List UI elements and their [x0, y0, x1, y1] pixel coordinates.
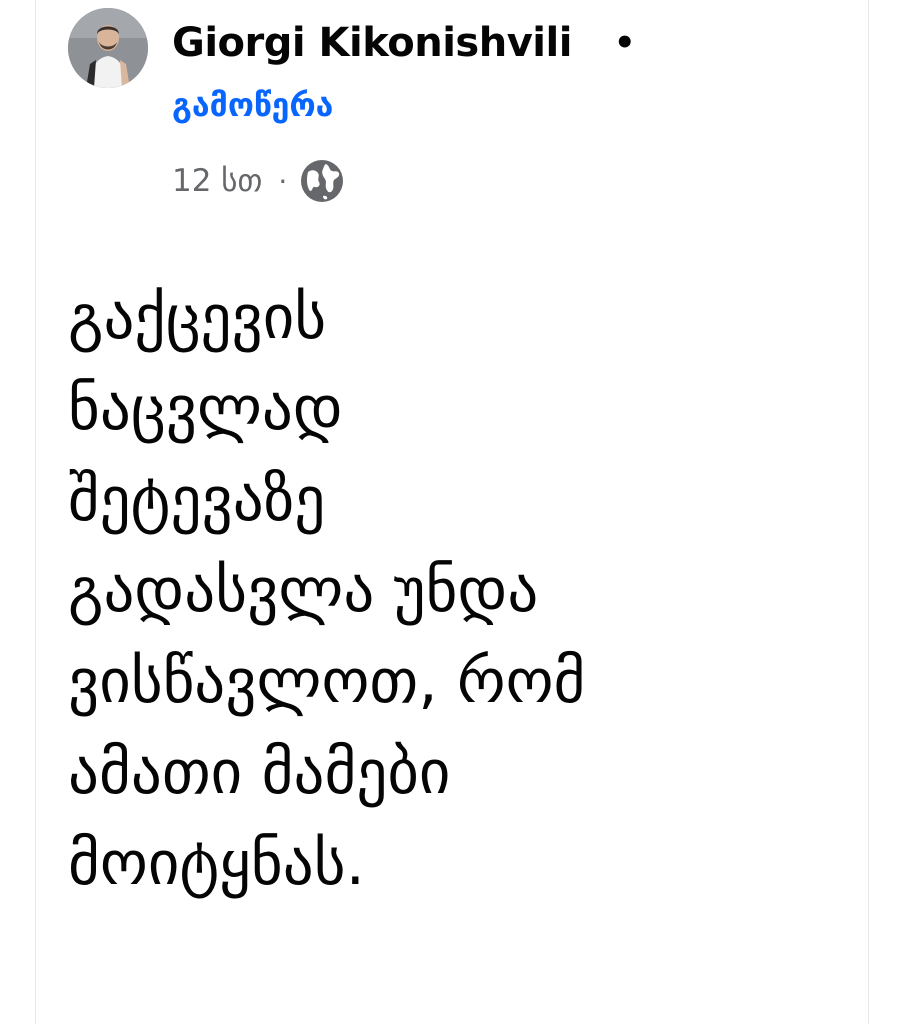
author-name[interactable]: Giorgi Kikonishvili — [172, 20, 572, 66]
post-text-line-3: შეტევაზე — [68, 464, 326, 535]
meta-separator: · — [278, 164, 288, 198]
post-meta: 12 სთ · — [172, 156, 345, 206]
header-separator: • — [613, 23, 636, 63]
follow-button[interactable]: გამოწერა — [172, 86, 333, 124]
post-text-line-5: ვისწავლოთ, რომ — [68, 646, 586, 717]
avatar[interactable] — [68, 8, 148, 88]
globe-icon[interactable] — [299, 158, 345, 204]
post-body: გაქცევის ნაცვლად შეტევაზე გადასვლა უნდა … — [68, 272, 828, 909]
post-timestamp[interactable]: 12 სთ — [172, 163, 262, 199]
post-text-line-7: მოიტყნას. — [68, 828, 365, 899]
post-card: Giorgi Kikonishvili • გამოწერა 12 სთ · გ… — [36, 0, 868, 1024]
post-text-line-6: ამათი მამები — [68, 737, 451, 808]
post-text-line-1: გაქცევის — [68, 282, 327, 353]
author-row: Giorgi Kikonishvili • — [172, 15, 636, 71]
card-border-right — [868, 0, 869, 1024]
post-text-line-4: გადასვლა უნდა — [68, 555, 539, 626]
post-text-line-2: ნაცვლად — [68, 373, 343, 444]
avatar-photo — [68, 8, 148, 88]
